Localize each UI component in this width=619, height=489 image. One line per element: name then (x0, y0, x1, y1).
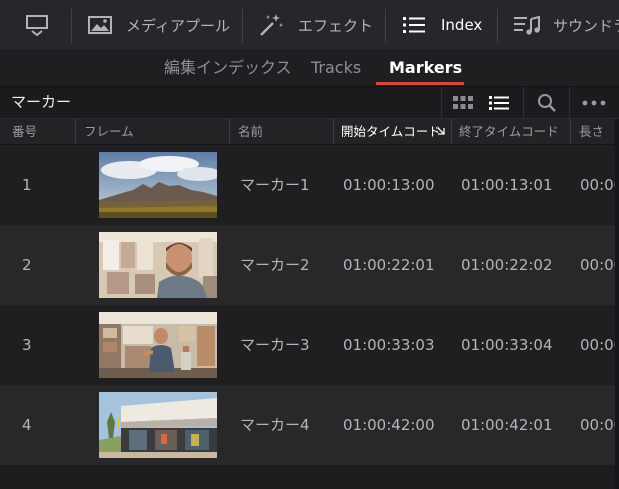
sound-library-label: サウンドラ (553, 16, 619, 35)
marker-end-timecode: 01:00:22:02 (461, 256, 553, 274)
marker-duration: 00:00 (580, 416, 619, 434)
more-options-button[interactable] (574, 87, 614, 118)
list-view-icon (489, 95, 509, 110)
monitor-icon (26, 15, 48, 36)
marker-name: マーカー2 (240, 256, 310, 274)
index-panel: メディアプール エフェクト Index サウンド 編集インデックス Tracks… (0, 0, 619, 489)
header-name[interactable]: 名前 (238, 119, 263, 144)
tab-tracks[interactable]: Tracks (311, 51, 361, 86)
media-pool-icon (88, 16, 112, 34)
marker-name: マーカー3 (240, 336, 310, 354)
sound-library-icon (514, 15, 540, 35)
marker-number: 1 (22, 176, 32, 194)
effects-label: エフェクト (298, 16, 374, 35)
marker-duration: 00:00 (580, 336, 619, 354)
search-icon (538, 93, 556, 112)
column-resize-handle[interactable] (570, 119, 571, 144)
column-resize-handle[interactable] (75, 119, 76, 144)
index-list-icon (403, 17, 425, 33)
tab-edit-index[interactable]: 編集インデックス (164, 51, 292, 86)
toolbar-divider (242, 9, 243, 43)
table-row[interactable]: 4 マーカー4 01:00:42:00 01:00:42:01 00:00 (0, 385, 619, 465)
marker-number: 3 (22, 336, 32, 354)
marker-name: マーカー1 (240, 176, 310, 194)
media-pool-button[interactable]: メディアプール (87, 0, 230, 50)
sound-library-button[interactable]: サウンドラ (513, 0, 619, 50)
header-frame[interactable]: フレーム (84, 119, 134, 144)
more-options-icon (582, 100, 606, 105)
thumbnail-man-in-shop (99, 232, 217, 298)
marker-start-timecode: 01:00:22:01 (343, 256, 435, 274)
tab-markers[interactable]: Markers (389, 51, 462, 86)
media-pool-label: メディアプール (126, 16, 230, 35)
grid-view-button[interactable] (443, 87, 483, 118)
marker-name: マーカー4 (240, 416, 310, 434)
toolbar-divider (497, 9, 498, 43)
panel-title: マーカー (11, 93, 72, 111)
search-button[interactable] (527, 87, 567, 118)
top-toolbar: メディアプール エフェクト Index サウンド (0, 0, 619, 51)
toolbar-divider (71, 9, 72, 43)
header-duration[interactable]: 長さ (579, 119, 604, 144)
header-start-timecode[interactable]: 開始タイムコード (341, 119, 445, 144)
marker-end-timecode: 01:00:33:04 (461, 336, 553, 354)
header-number[interactable]: 番号 (12, 119, 37, 144)
column-resize-handle[interactable] (451, 119, 452, 144)
thumbnail-shop-interior (99, 312, 217, 378)
titlebar-divider (523, 87, 524, 118)
panel-titlebar: マーカー (0, 87, 619, 119)
index-label: Index (441, 16, 483, 34)
sort-indicator-icon (437, 127, 445, 135)
effects-wand-icon (260, 14, 283, 36)
thumbnail-desert-mountains (99, 152, 217, 218)
titlebar-divider (441, 87, 442, 118)
column-resize-handle[interactable] (333, 119, 334, 144)
column-resize-handle[interactable] (229, 119, 230, 144)
marker-end-timecode: 01:00:13:01 (461, 176, 553, 194)
marker-start-timecode: 01:00:42:00 (343, 416, 435, 434)
table-header: 番号 フレーム 名前 開始タイムコード 終了タイムコード 長さ (0, 119, 619, 145)
index-subtabs: 編集インデックス Tracks Markers (0, 51, 619, 87)
marker-start-timecode: 01:00:13:00 (343, 176, 435, 194)
marker-start-timecode: 01:00:33:03 (343, 336, 435, 354)
toolbar-divider (385, 9, 386, 43)
marker-end-timecode: 01:00:42:01 (461, 416, 553, 434)
thumbnail-storefront (99, 392, 217, 458)
marker-number: 2 (22, 256, 32, 274)
table-row[interactable]: 1 マーカー1 01:00:13:00 01:00:13:01 00:00 (0, 145, 619, 225)
grid-view-icon (453, 95, 473, 109)
panel-edge (615, 119, 619, 489)
marker-number: 4 (22, 416, 32, 434)
effects-button[interactable]: エフェクト (258, 0, 373, 50)
active-tab-indicator (376, 82, 464, 85)
marker-duration: 00:00 (580, 176, 619, 194)
index-button[interactable]: Index (402, 0, 482, 50)
list-view-button[interactable] (479, 87, 519, 118)
titlebar-divider (569, 87, 570, 118)
marker-duration: 00:00 (580, 256, 619, 274)
table-row[interactable]: 2 マーカー2 01:00:22:01 01:00:22:02 00:00 (0, 225, 619, 305)
header-end-timecode[interactable]: 終了タイムコード (459, 119, 565, 144)
monitor-toggle-button[interactable] (25, 0, 49, 50)
table-row[interactable]: 3 マーカー3 01:00:33:03 01:00:33:04 00:00 (0, 305, 619, 385)
